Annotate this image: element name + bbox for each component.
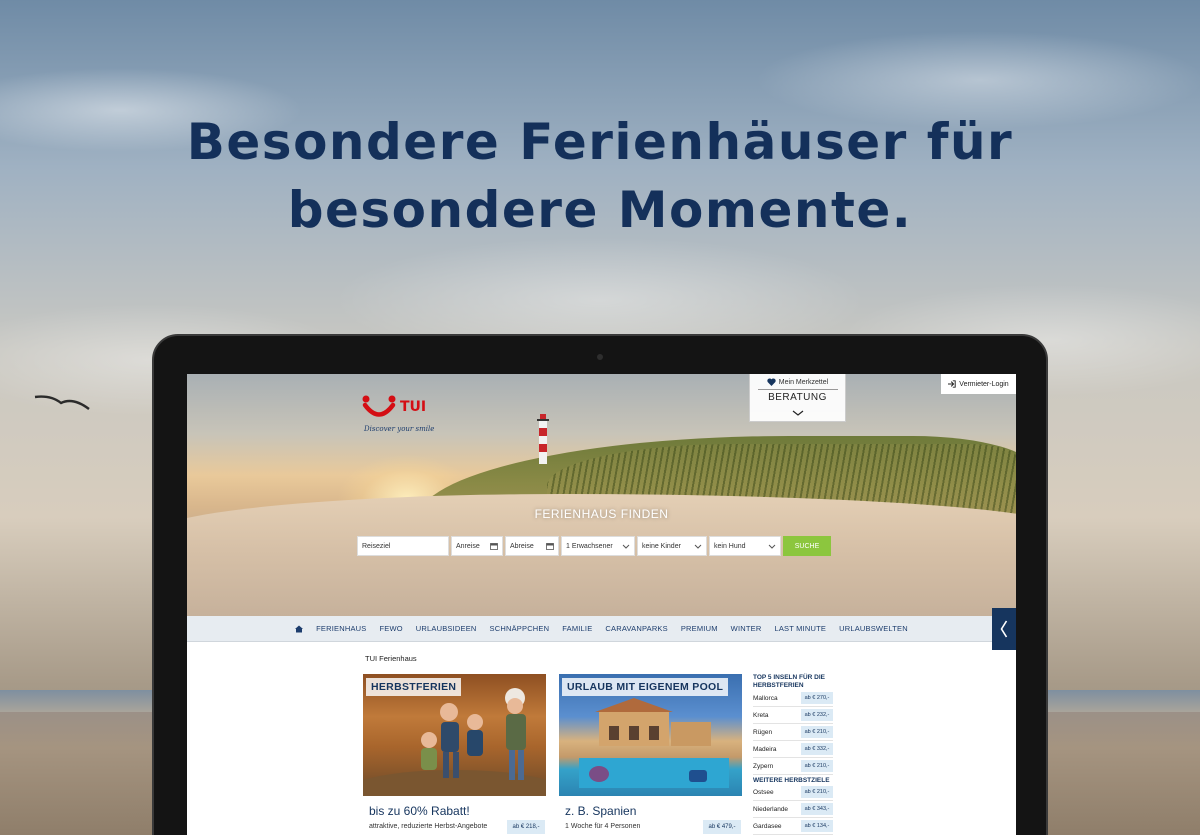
merkzettel-label: Mein Merkzettel [778,378,829,386]
list-item[interactable]: Mallorca ab € 270,- [753,690,833,707]
search-button[interactable]: SUCHE [783,536,831,556]
nav-item-caravanparks[interactable]: CARAVANPARKS [605,624,667,633]
vermieter-login-button[interactable]: Vermieter-Login [941,374,1016,394]
destination-name: Rügen [753,728,773,736]
card-subtitle: attraktive, reduzierte Herbst-Angebote [369,823,488,830]
children-value: keine Kinder [642,542,681,550]
nav-item-last-minute[interactable]: LAST MINUTE [774,624,826,633]
divider [757,389,838,390]
list-item[interactable]: Niederlande ab € 343,- [753,801,833,818]
destination-name: Ostsee [753,788,774,796]
card-image-villa-pool[interactable]: URLAUB MIT EIGENEM POOL [559,674,742,796]
logo-text: TUI [400,399,427,415]
hero-banner: TUI Discover your smile Mein Merkzettel … [187,374,1016,616]
top-islands-sidebar: TOP 5 INSELN FÜR DIE HERBSTFERIEN Mallor… [753,674,833,835]
destination-name: Niederlande [753,805,789,813]
nav-item-fewo[interactable]: FEWO [379,624,402,633]
list-item[interactable]: Rügen ab € 210,- [753,724,833,741]
hero-headline: Besondere Ferienhäuser für besondere Mom… [0,108,1200,244]
price-badge[interactable]: ab € 332,- [801,743,833,755]
vermieter-login-label: Vermieter-Login [959,380,1009,388]
destination-placeholder: Reiseziel [362,542,391,550]
card-headline: bis zu 60% Rabatt! [369,804,470,818]
nav-item-winter[interactable]: WINTER [731,624,762,633]
list-item[interactable]: Zypern ab € 210,- [753,758,833,775]
price-badge[interactable]: ab € 232,- [801,709,833,721]
price-badge[interactable]: ab € 218,- [507,820,545,834]
price-badge[interactable]: ab € 210,- [801,786,833,798]
nav-item-familie[interactable]: FAMILIE [562,624,592,633]
price-badge[interactable]: ab € 134,- [801,820,833,832]
adults-select[interactable]: 1 Erwachsener [561,536,635,556]
webcam [597,354,603,360]
sidebar-title: TOP 5 INSELN FÜR DIE HERBSTFERIEN [753,674,825,689]
destination-input[interactable]: Reiseziel [357,536,449,556]
nav-item-schnaeppchen[interactable]: SCHNÄPPCHEN [490,624,550,633]
dog-value: kein Hund [714,542,746,550]
search-title: FERIENHAUS FINDEN [534,507,669,521]
headline-line-2: besondere Momente. [287,181,913,239]
headline-line-1: Besondere Ferienhäuser für [186,113,1014,171]
list-item[interactable]: Kreta ab € 232,- [753,707,833,724]
nav-item-urlaubsideen[interactable]: URLAUBSIDEEN [416,624,477,633]
logo-tagline: Discover your smile [364,425,435,433]
search-bar: Reiseziel Anreise Abreise 1 Erwachsener … [357,536,831,556]
nav-item-premium[interactable]: PREMIUM [681,624,718,633]
heart-icon [767,378,776,386]
departure-label: Abreise [510,542,534,550]
tui-smile-icon [362,395,396,417]
home-icon[interactable] [295,625,304,633]
price-badge[interactable]: ab € 270,- [801,692,833,704]
price-badge[interactable]: ab € 343,- [801,803,833,815]
chevron-down-icon[interactable] [792,410,804,416]
price-badge[interactable]: ab € 210,- [801,760,833,772]
destination-name: Kreta [753,711,769,719]
chevron-down-icon [768,544,776,549]
destination-name: Madeira [753,745,777,753]
destination-name: Mallorca [753,694,778,702]
price-badge[interactable]: ab € 479,- [703,820,741,834]
chevron-left-icon [1000,620,1008,638]
website-screen: TUI Discover your smile Mein Merkzettel … [187,374,1016,835]
seagull-icon [34,395,90,410]
adults-value: 1 Erwachsener [566,542,613,550]
list-item[interactable]: Ostsee ab € 210,- [753,784,833,801]
calendar-icon [546,543,554,550]
card-image-children-autumn[interactable]: HERBSTFERIEN [363,674,546,796]
list-item[interactable]: Madeira ab € 332,- [753,741,833,758]
departure-date-field[interactable]: Abreise [505,536,559,556]
arrival-label: Anreise [456,542,480,550]
login-icon [948,380,956,388]
offer-card-pool[interactable]: URLAUB MIT EIGENEM POOL z. B. Spanien 1 … [559,674,742,835]
tui-logo[interactable]: TUI Discover your smile [362,394,452,434]
arrival-date-field[interactable]: Anreise [451,536,503,556]
sidebar-subtitle: WEITERE HERBSTZIELE [753,777,830,784]
main-navigation: FERIENHAUS FEWO URLAUBSIDEEN SCHNÄPPCHEN… [187,616,1016,642]
nav-item-urlaubswelten[interactable]: URLAUBSWELTEN [839,624,908,633]
beratung-button[interactable]: BERATUNG [750,392,845,403]
destination-name: Zypern [753,762,774,770]
nav-item-ferienhaus[interactable]: FERIENHAUS [316,624,366,633]
offer-card-herbstferien[interactable]: HERBSTFERIEN bis zu 60% Rabatt! attrakti… [363,674,546,835]
slider-prev-button[interactable] [992,608,1016,650]
chevron-down-icon [694,544,702,549]
card-subtitle: 1 Woche für 4 Personen [565,823,641,830]
card-headline: z. B. Spanien [565,804,637,818]
children-select[interactable]: keine Kinder [637,536,707,556]
card-tag: HERBSTFERIEN [366,678,462,696]
merkzettel-panel[interactable]: Mein Merkzettel BERATUNG [749,374,846,422]
card-tag: URLAUB MIT EIGENEM POOL [562,678,729,696]
dog-select[interactable]: kein Hund [709,536,781,556]
list-item[interactable]: Gardasee ab € 134,- [753,818,833,835]
chevron-down-icon [622,544,630,549]
calendar-icon [490,543,498,550]
destination-name: Gardasee [753,822,782,830]
price-badge[interactable]: ab € 210,- [801,726,833,738]
breadcrumb[interactable]: TUI Ferienhaus [365,654,417,663]
lighthouse-icon [537,414,549,464]
